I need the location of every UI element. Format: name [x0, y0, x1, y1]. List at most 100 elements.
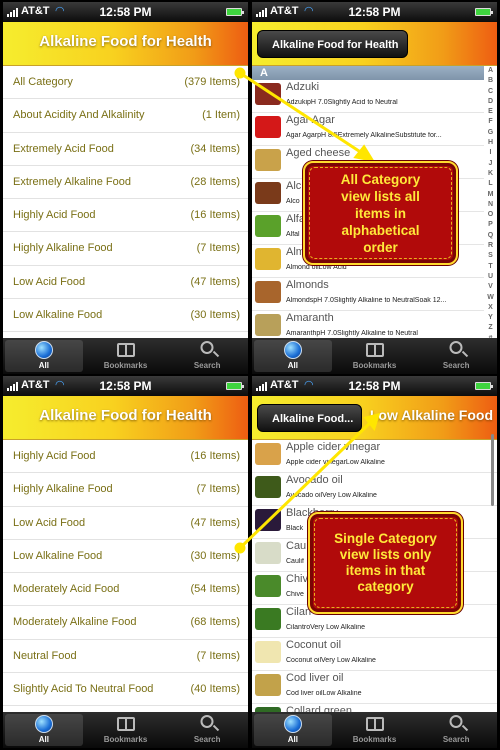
food-row[interactable]: Apple cider vinegar Apple cider vinegarLo… [252, 440, 497, 473]
category-row[interactable]: Slightly Acid To Neutral Food (40 Items) [3, 673, 248, 707]
index-letter[interactable]: Y [484, 313, 497, 323]
tab-bookmarks[interactable]: Bookmarks [85, 338, 167, 374]
index-letter[interactable]: Q [484, 231, 497, 241]
category-count: (7 Items) [196, 242, 240, 255]
tab-label: Bookmarks [103, 361, 148, 370]
index-letter[interactable]: Z [484, 323, 497, 333]
food-thumbnail [255, 281, 281, 303]
food-name: Coconut oil [286, 639, 342, 651]
category-row[interactable]: Highly Acid Food (16 Items) [3, 199, 248, 233]
index-letter[interactable]: S [484, 251, 497, 261]
status-bar: AT&T ◠ 12:58 PM [252, 2, 497, 22]
food-row[interactable]: Coconut oil Coconut oilVery Low Alkaline [252, 638, 497, 671]
category-row[interactable]: Neutral Food (7 Items) [3, 640, 248, 674]
search-icon [200, 715, 214, 728]
callout-text: All Category view lists all items in alp… [340, 171, 421, 255]
food-thumbnail [255, 542, 281, 564]
index-letter[interactable]: U [484, 272, 497, 282]
food-thumbnail [255, 149, 281, 171]
index-letter[interactable]: H [484, 138, 497, 148]
category-list: Highly Acid Food (16 Items) Highly Alkalin… [3, 440, 248, 740]
category-row[interactable]: Highly Alkaline Food (7 Items) [3, 232, 248, 266]
tab-all[interactable]: All [3, 338, 85, 374]
tab-bookmarks[interactable]: Bookmarks [85, 712, 167, 748]
tab-search[interactable]: Search [415, 712, 497, 748]
index-letter[interactable]: W [484, 293, 497, 303]
category-row[interactable]: Low Alkaline Food (30 Items) [3, 540, 248, 574]
category-row[interactable]: Moderately Acid Food (54 Items) [3, 573, 248, 607]
globe-icon [283, 341, 302, 359]
index-letter[interactable]: J [484, 159, 497, 169]
category-row[interactable]: About Acidity And Alkalinity (1 Item) [3, 99, 248, 133]
tab-all[interactable]: All [252, 338, 334, 374]
food-name: Cod liver oil [286, 672, 344, 684]
index-letter[interactable]: N [484, 200, 497, 210]
index-letter[interactable]: B [484, 76, 497, 86]
food-name: Alc [286, 180, 302, 192]
tab-bookmarks[interactable]: Bookmarks [334, 338, 416, 374]
battery-icon [226, 8, 244, 16]
status-bar: AT&T ◠ 12:58 PM [252, 376, 497, 396]
index-letter[interactable]: K [484, 169, 497, 179]
index-letter[interactable]: V [484, 282, 497, 292]
index-letter[interactable]: A [484, 66, 497, 76]
index-letter[interactable]: X [484, 303, 497, 313]
globe-icon [34, 715, 53, 733]
tab-all[interactable]: All [3, 712, 85, 748]
food-name: Chiv [286, 573, 309, 585]
category-row[interactable]: Moderately Alkaline Food (68 Items) [3, 606, 248, 640]
category-row[interactable]: Low Acid Food (47 Items) [3, 266, 248, 300]
category-row[interactable]: Highly Acid Food (16 Items) [3, 440, 248, 474]
index-letter[interactable]: D [484, 97, 497, 107]
index-letter[interactable]: L [484, 179, 497, 189]
food-thumbnail [255, 575, 281, 597]
category-name: Low Acid Food [13, 516, 86, 529]
tab-search[interactable]: Search [166, 338, 248, 374]
category-row[interactable]: Low Acid Food (47 Items) [3, 507, 248, 540]
food-row[interactable]: Agar Agar Agar AgarpH 8.5Extremely Alkali… [252, 113, 484, 146]
index-letter[interactable]: P [484, 220, 497, 230]
index-letter[interactable]: I [484, 148, 497, 158]
index-letter[interactable]: R [484, 241, 497, 251]
category-count: (7 Items) [196, 649, 240, 662]
nav-bar: Alkaline Food... Low Alkaline Food [252, 396, 497, 440]
tab-all[interactable]: All [252, 712, 334, 748]
food-row[interactable]: Cod liver oil Cod liver oilLow Alkaline [252, 671, 497, 704]
index-letter[interactable]: E [484, 107, 497, 117]
food-name: Cilan [286, 606, 312, 618]
food-thumbnail [255, 476, 281, 498]
food-thumbnail [255, 83, 281, 105]
category-row[interactable]: Low Alkaline Food (30 Items) [3, 299, 248, 333]
tab-bar: All Bookmarks Search [3, 338, 248, 374]
index-letter[interactable]: G [484, 128, 497, 138]
category-name: Moderately Acid Food [13, 583, 120, 596]
tab-search[interactable]: Search [166, 712, 248, 748]
alphabet-index[interactable]: ABCDEFGHIJKLMNOPQRSTUVWXYZ# [484, 66, 497, 344]
food-thumbnail [255, 248, 281, 270]
tab-label: Search [193, 735, 221, 744]
food-row[interactable]: Almonds AlmondspH 7.0Slightly Alkaline to… [252, 278, 484, 311]
index-letter[interactable]: O [484, 210, 497, 220]
index-letter[interactable]: C [484, 87, 497, 97]
category-count: (47 Items) [190, 275, 240, 288]
food-row[interactable]: Avocado oil Avocado oilVery Low Alkaline [252, 473, 497, 506]
back-button[interactable]: Alkaline Food for Health [257, 30, 408, 58]
category-row[interactable]: Highly Alkaline Food (7 Items) [3, 473, 248, 507]
tab-bar: All Bookmarks Search [3, 712, 248, 748]
screen-all-categories: AT&T ◠ 12:58 PM Alkaline Food for Health… [3, 2, 248, 374]
tab-search[interactable]: Search [415, 338, 497, 374]
back-button[interactable]: Alkaline Food... [257, 404, 363, 432]
tab-bookmarks[interactable]: Bookmarks [334, 712, 416, 748]
category-count: (34 Items) [190, 142, 240, 155]
food-row[interactable]: Adzuki AdzukipH 7.0Slightly Acid to Neutr… [252, 80, 484, 113]
index-letter[interactable]: F [484, 117, 497, 127]
index-letter[interactable]: M [484, 190, 497, 200]
category-row[interactable]: All Category (379 Items) [3, 66, 248, 100]
category-row[interactable]: Extremely Alkaline Food (28 Items) [3, 166, 248, 200]
index-letter[interactable]: T [484, 262, 497, 272]
tab-label: Bookmarks [352, 361, 397, 370]
food-thumbnail [255, 641, 281, 663]
scrollbar[interactable] [491, 434, 494, 506]
category-row[interactable]: Extremely Acid Food (34 Items) [3, 133, 248, 166]
book-icon [365, 717, 384, 731]
